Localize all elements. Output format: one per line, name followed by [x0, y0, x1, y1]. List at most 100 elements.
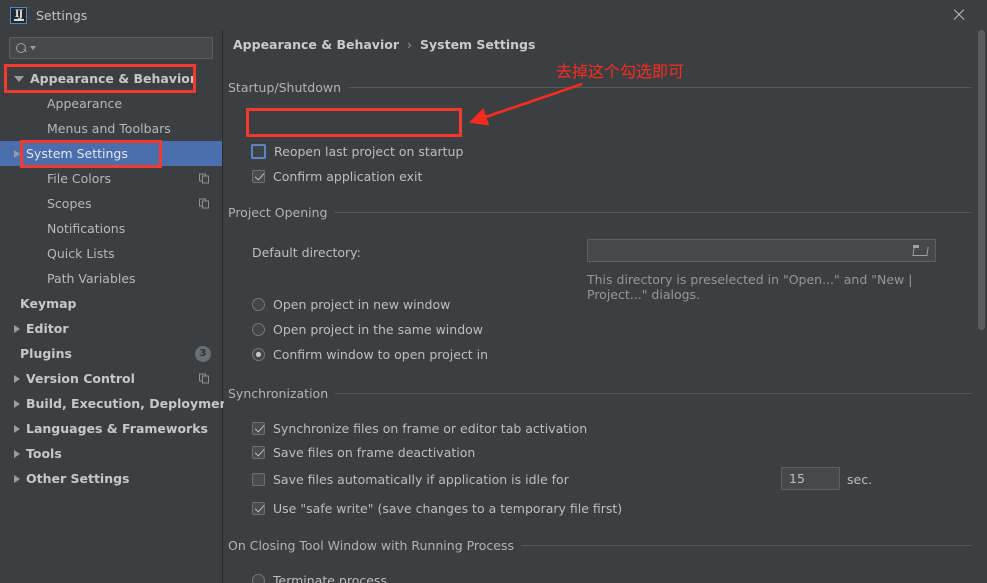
window-title: Settings — [36, 7, 88, 23]
search-input[interactable] — [36, 41, 212, 55]
sidebar-item-badge: 3 — [195, 345, 211, 362]
checkbox-icon[interactable] — [252, 422, 265, 435]
sidebar-item-languages-frameworks[interactable]: Languages & Frameworks — [0, 416, 222, 441]
close-icon[interactable] — [951, 7, 967, 23]
sidebar-item-label: Build, Execution, Deployment — [26, 396, 235, 411]
sidebar-item-keymap[interactable]: Keymap — [0, 291, 222, 316]
title-bar: IJ Settings — [0, 0, 987, 30]
idle-seconds-input[interactable]: 15 — [781, 467, 840, 490]
section-startup-shutdown: Startup/Shutdown — [228, 80, 972, 95]
section-closing-tool-window: On Closing Tool Window with Running Proc… — [228, 538, 972, 553]
chevron-down-icon[interactable] — [14, 75, 24, 82]
chevron-right-icon[interactable] — [14, 149, 20, 158]
sidebar-item-plugins[interactable]: Plugins 3 — [0, 341, 222, 366]
vertical-scrollbar[interactable] — [976, 30, 987, 583]
section-divider — [348, 87, 972, 88]
sidebar-item-label: Path Variables — [47, 271, 136, 286]
breadcrumb-current: System Settings — [420, 37, 536, 52]
breadcrumb-separator-icon: › — [407, 37, 412, 52]
sidebar-item-label: Languages & Frameworks — [26, 421, 208, 436]
search-icon — [16, 42, 29, 55]
radio-open-project-new-window[interactable]: Open project in new window — [252, 297, 450, 312]
breadcrumb: Appearance & Behavior › System Settings — [233, 37, 535, 52]
settings-dialog: IJ Settings Appearance & Behavior Appeara… — [0, 0, 987, 583]
sidebar-item-appearance-behavior[interactable]: Appearance & Behavior — [0, 66, 222, 91]
checkbox-icon[interactable] — [252, 446, 265, 459]
checkbox-sync-files-on-activation[interactable]: Synchronize files on frame or editor tab… — [252, 421, 587, 436]
sidebar-item-quick-lists[interactable]: Quick Lists — [0, 241, 222, 266]
radio-label: Open project in the same window — [273, 322, 484, 337]
checkbox-label: Synchronize files on frame or editor tab… — [273, 421, 588, 436]
copy-icon[interactable] — [199, 198, 210, 209]
section-title: Startup/Shutdown — [228, 80, 342, 95]
radio-label: Terminate process — [273, 573, 387, 583]
section-synchronization: Synchronization — [228, 386, 972, 401]
sidebar-item-build-execution-deployment[interactable]: Build, Execution, Deployment — [0, 391, 234, 416]
sidebar-item-label: Appearance & Behavior — [30, 71, 196, 86]
sidebar-item-label: File Colors — [47, 171, 112, 186]
checkbox-icon[interactable] — [252, 502, 265, 515]
folder-icon[interactable] — [913, 245, 927, 256]
sidebar-item-label: Tools — [26, 446, 62, 461]
radio-terminate-process[interactable]: Terminate process — [252, 573, 387, 583]
chevron-right-icon[interactable] — [14, 399, 20, 408]
sidebar-item-version-control[interactable]: Version Control — [0, 366, 222, 391]
sidebar-item-system-settings[interactable]: System Settings — [0, 141, 222, 166]
checkbox-save-files-on-deactivation[interactable]: Save files on frame deactivation — [252, 445, 475, 460]
checkbox-label: Save files on frame deactivation — [273, 445, 476, 460]
section-divider — [521, 545, 972, 546]
section-title: On Closing Tool Window with Running Proc… — [228, 538, 515, 553]
sidebar-item-label: Appearance — [47, 96, 123, 111]
chevron-right-icon[interactable] — [14, 374, 20, 383]
default-directory-field[interactable] — [587, 239, 936, 262]
sidebar-item-menus-and-toolbars[interactable]: Menus and Toolbars — [0, 116, 222, 141]
sidebar-item-appearance[interactable]: Appearance — [0, 91, 222, 116]
sidebar-item-label: System Settings — [26, 146, 128, 161]
search-box[interactable] — [9, 37, 213, 59]
sidebar-item-file-colors[interactable]: File Colors — [0, 166, 222, 191]
checkbox-confirm-application-exit[interactable]: Confirm application exit — [252, 169, 422, 184]
radio-open-project-same-window[interactable]: Open project in the same window — [252, 322, 483, 337]
sidebar-item-scopes[interactable]: Scopes — [0, 191, 222, 216]
logo-text: IJ — [14, 9, 23, 20]
chevron-right-icon[interactable] — [14, 449, 20, 458]
sidebar-item-label: Scopes — [47, 196, 92, 211]
radio-icon[interactable] — [252, 574, 265, 583]
chevron-right-icon[interactable] — [14, 324, 20, 333]
sidebar-item-notifications[interactable]: Notifications — [0, 216, 222, 241]
default-directory-hint: This directory is preselected in "Open..… — [587, 272, 913, 302]
radio-icon[interactable] — [252, 298, 265, 311]
checkbox-label: Use "safe write" (save changes to a temp… — [273, 501, 623, 516]
checkbox-icon[interactable] — [252, 170, 265, 183]
sidebar-item-editor[interactable]: Editor — [0, 316, 222, 341]
radio-icon[interactable] — [252, 323, 265, 336]
checkbox-save-files-when-idle[interactable]: Save files automatically if application … — [252, 472, 569, 487]
checkbox-reopen-last-project[interactable]: Reopen last project on startup — [251, 144, 463, 159]
sidebar-item-label: Other Settings — [26, 471, 130, 486]
section-title: Synchronization — [228, 386, 329, 401]
radio-icon[interactable] — [252, 348, 265, 361]
section-title: Project Opening — [228, 205, 328, 220]
annotation-text: 去掉这个勾选即可 — [556, 62, 685, 81]
copy-icon[interactable] — [199, 173, 210, 184]
radio-confirm-window[interactable]: Confirm window to open project in — [252, 347, 488, 362]
chevron-right-icon[interactable] — [14, 474, 20, 483]
sidebar-item-label: Notifications — [47, 221, 126, 236]
sidebar-item-other-settings[interactable]: Other Settings — [0, 466, 222, 491]
breadcrumb-root[interactable]: Appearance & Behavior — [233, 37, 399, 52]
settings-sidebar: Appearance & Behavior Appearance Menus and… — [0, 30, 234, 583]
scrollbar-thumb[interactable] — [978, 30, 985, 330]
chevron-right-icon[interactable] — [14, 424, 20, 433]
sidebar-item-tools[interactable]: Tools — [0, 441, 222, 466]
checkbox-icon[interactable] — [252, 473, 265, 486]
radio-label: Confirm window to open project in — [273, 347, 489, 362]
checkbox-label: Confirm application exit — [273, 169, 423, 184]
section-project-opening: Project Opening — [228, 205, 972, 220]
checkbox-icon[interactable] — [251, 144, 266, 159]
section-divider — [334, 212, 972, 213]
checkbox-use-safe-write[interactable]: Use "safe write" (save changes to a temp… — [252, 501, 622, 516]
sidebar-item-path-variables[interactable]: Path Variables — [0, 266, 222, 291]
settings-tree: Appearance & Behavior Appearance Menus and… — [0, 66, 234, 491]
sidebar-item-label: Menus and Toolbars — [47, 121, 171, 136]
copy-icon[interactable] — [199, 373, 210, 384]
